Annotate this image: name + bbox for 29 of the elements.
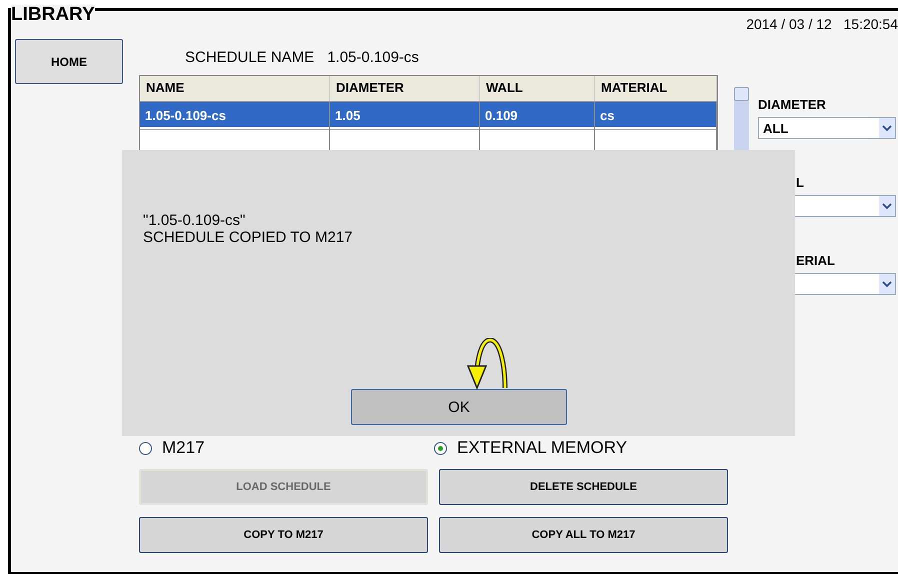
- column-header[interactable]: MATERIAL: [595, 76, 717, 101]
- action-button[interactable]: COPY TO M217: [139, 517, 428, 553]
- column-header[interactable]: DIAMETER: [330, 76, 480, 101]
- home-button[interactable]: HOME: [15, 39, 123, 84]
- chevron-down-icon: [879, 196, 895, 216]
- schedule-name-label: SCHEDULE NAME: [185, 49, 314, 66]
- radio-option[interactable]: M217: [139, 437, 434, 459]
- date-time: 2014 / 03 / 12 15:20:54: [746, 16, 898, 32]
- filter-label: ERIAL: [795, 253, 836, 270]
- radio-option[interactable]: EXTERNAL MEMORY: [434, 437, 729, 459]
- column-header[interactable]: NAME: [140, 76, 330, 101]
- curved-arrow-icon: [466, 338, 508, 390]
- chevron-down-icon: [879, 274, 895, 294]
- action-button[interactable]: COPY ALL TO M217: [439, 517, 728, 553]
- ok-button[interactable]: OK: [351, 389, 567, 425]
- message-text: "1.05-0.109-cs": [143, 212, 246, 229]
- message-text: SCHEDULE COPIED TO M217: [143, 229, 354, 246]
- dropdown[interactable]: ALL: [758, 117, 896, 139]
- radio-label: M217: [162, 438, 205, 458]
- filter-label: DIAMETER: [758, 97, 827, 114]
- filter-label: L: [795, 175, 805, 192]
- table-row[interactable]: 1.05-0.109-cs 1.05 0.109 cs: [140, 102, 717, 127]
- radio-button[interactable]: [139, 442, 152, 454]
- schedule-name-value: 1.05-0.109-cs: [327, 49, 419, 66]
- action-button[interactable]: DELETE SCHEDULE: [439, 469, 728, 505]
- column-header[interactable]: WALL: [480, 76, 595, 101]
- radio-button[interactable]: [434, 442, 447, 454]
- chevron-down-icon: [879, 118, 895, 138]
- radio-label: EXTERNAL MEMORY: [457, 438, 628, 458]
